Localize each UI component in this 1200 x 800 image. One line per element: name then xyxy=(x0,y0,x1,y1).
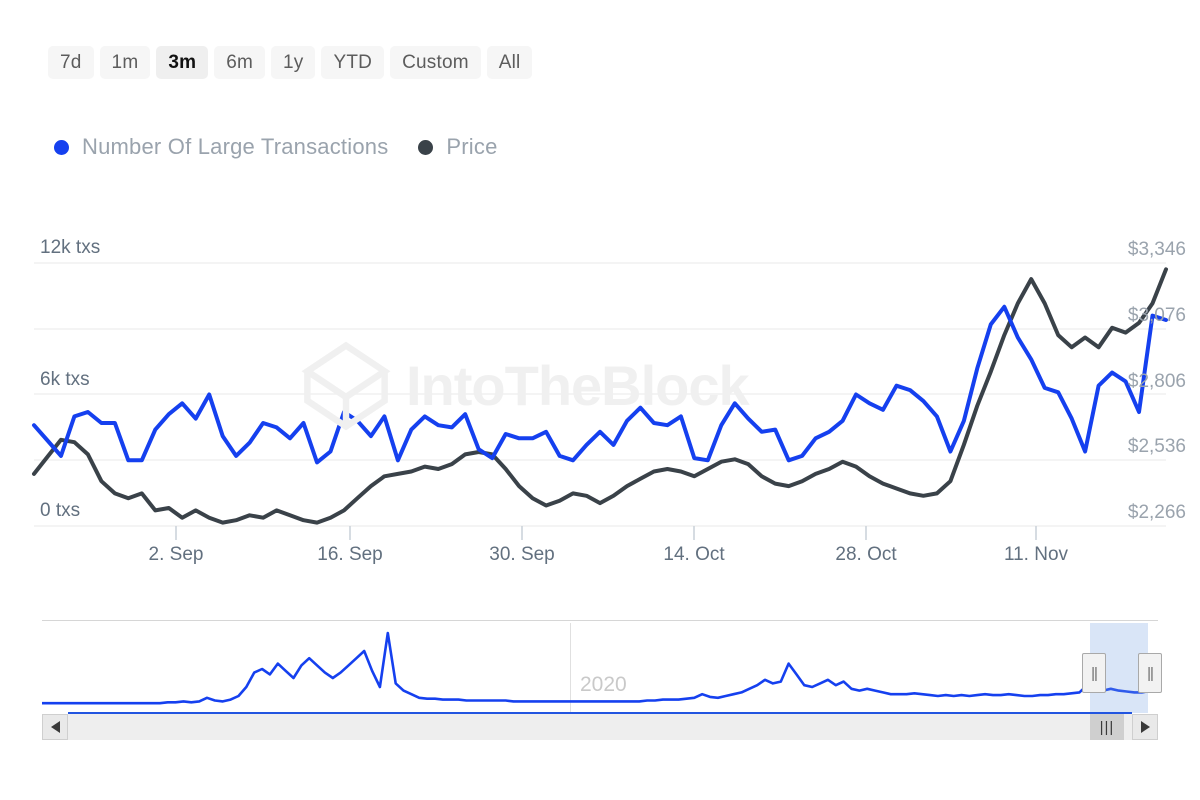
x-axis-label: 28. Oct xyxy=(835,544,897,565)
navigator-panel[interactable]: 2020 || || xyxy=(42,620,1162,713)
x-axis-label: 14. Oct xyxy=(663,544,725,565)
chart-canvas xyxy=(32,262,1168,540)
price-line xyxy=(32,267,1168,525)
large-transactions-line xyxy=(32,304,1168,465)
legend-item-price[interactable]: Price xyxy=(418,134,497,160)
range-button-ytd[interactable]: YTD xyxy=(321,46,385,79)
range-button-all[interactable]: All xyxy=(486,46,533,79)
scrollbar-thumb-grip: ||| xyxy=(1099,718,1115,736)
main-chart: 12k txs 6k txs 0 txs $3,346 $3,076 $2,806 $2,… xyxy=(0,230,1200,565)
legend-item-large-transactions[interactable]: Number Of Large Transactions xyxy=(54,134,388,160)
x-axis-ticks xyxy=(175,526,1037,540)
navigator-series-line xyxy=(42,631,1158,705)
range-selector: 7d 1m 3m 6m 1y YTD Custom All xyxy=(48,46,533,79)
range-button-custom[interactable]: Custom xyxy=(390,46,481,79)
range-button-1m[interactable]: 1m xyxy=(99,46,151,79)
y-axis-right-label: $3,076 xyxy=(1127,304,1186,326)
legend-label: Number Of Large Transactions xyxy=(82,134,389,159)
range-button-3m[interactable]: 3m xyxy=(156,46,209,79)
range-button-7d[interactable]: 7d xyxy=(48,46,94,79)
y-axis-right-label: $3,346 xyxy=(1127,239,1186,260)
legend-label: Price xyxy=(446,134,498,159)
scroll-right-button[interactable] xyxy=(1132,714,1158,740)
y-axis-right-label: $2,536 xyxy=(1127,436,1186,458)
x-axis-label: 30. Sep xyxy=(489,544,555,565)
legend-dot-icon xyxy=(54,139,69,155)
navigator-handle-left-grip: || xyxy=(1091,664,1098,682)
range-button-6m[interactable]: 6m xyxy=(214,46,266,79)
range-button-1y[interactable]: 1y xyxy=(271,46,316,79)
arrow-left-icon xyxy=(50,721,60,733)
navigator-scrollbar[interactable]: ||| xyxy=(42,712,1158,740)
y-axis-right-label: $2,806 xyxy=(1127,370,1186,392)
legend-dot-icon xyxy=(418,139,434,155)
chart-page: 7d 1m 3m 6m 1y YTD Custom All Number Of Large T… xyxy=(0,0,1200,800)
y-axis-left-label: 0 txs xyxy=(40,500,81,521)
navigator-handle-right-grip: || xyxy=(1147,664,1154,682)
scrollbar-track[interactable] xyxy=(68,714,1132,740)
navigator-handle-right[interactable]: || xyxy=(1138,653,1162,693)
x-axis-label: 16. Sep xyxy=(317,544,383,565)
x-axis-label: 11. Nov xyxy=(1003,544,1069,565)
y-axis-left-label: 6k txs xyxy=(40,368,90,390)
x-axis-label: 2. Sep xyxy=(148,544,204,565)
y-axis-left-label: 12k txs xyxy=(40,237,101,258)
chart-legend: Number Of Large Transactions Price xyxy=(54,134,498,160)
scroll-left-button[interactable] xyxy=(42,714,68,740)
navigator-canvas xyxy=(42,631,1158,705)
chart-navigator[interactable]: 2020 || || ||| xyxy=(42,620,1162,740)
y-axis-right-label: $2,266 xyxy=(1127,502,1186,523)
navigator-handle-left[interactable]: || xyxy=(1082,653,1106,693)
chart-gridlines xyxy=(34,262,1166,527)
scrollbar-thumb[interactable]: ||| xyxy=(1090,714,1124,740)
arrow-right-icon xyxy=(1140,721,1150,733)
